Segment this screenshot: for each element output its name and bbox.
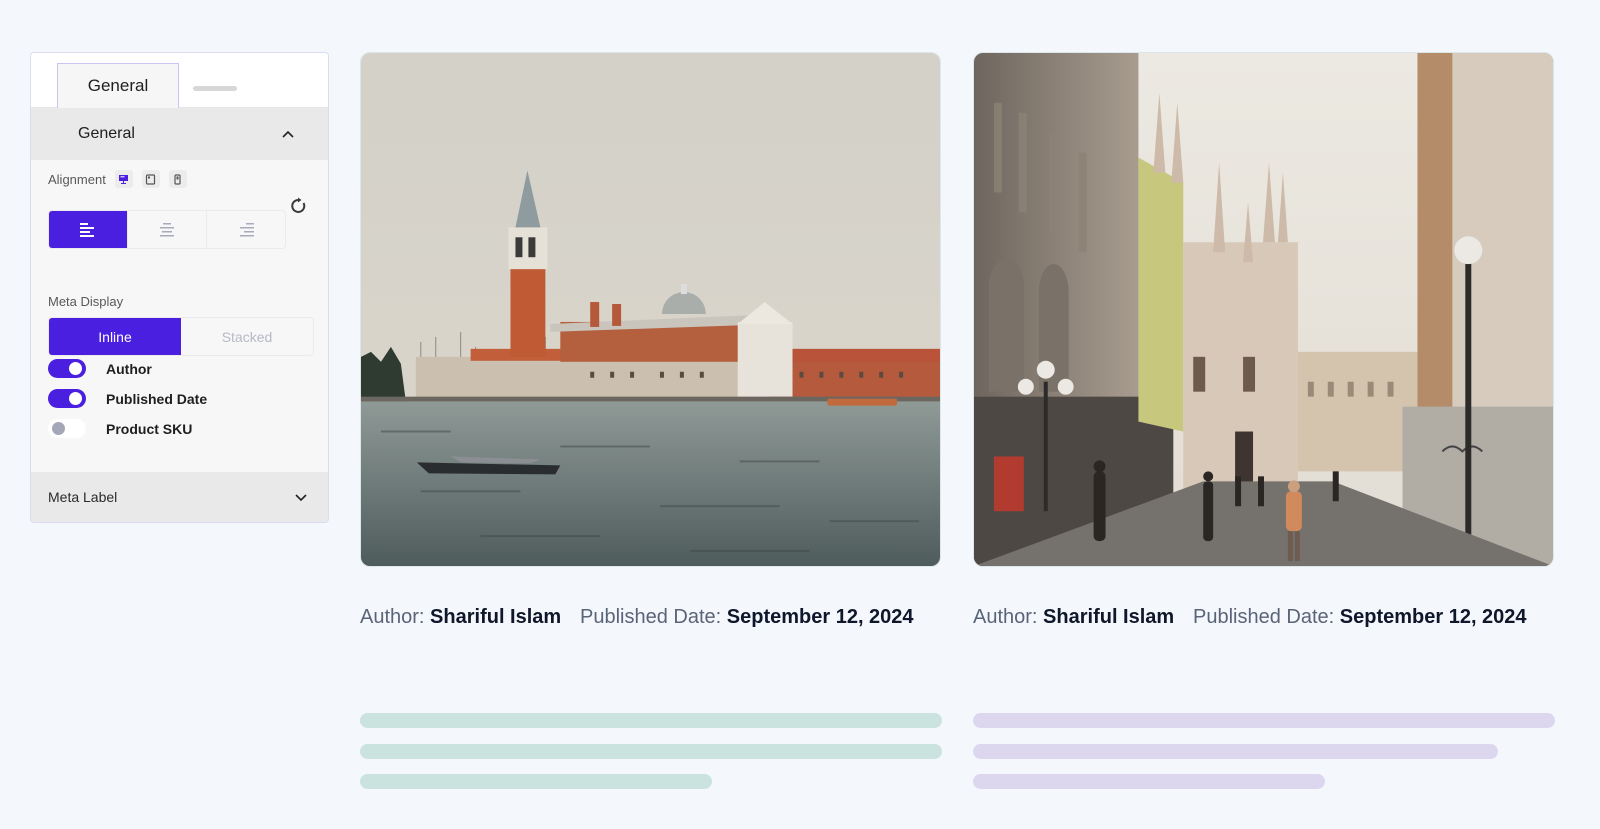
meta-label-section-title: Meta Label [48,489,118,505]
reset-icon[interactable] [290,197,308,215]
text-placeholder-line [973,744,1498,759]
post-image[interactable] [360,52,941,567]
author-value: Shariful Islam [1043,606,1175,628]
post-card: Author: Shariful Islam Published Date: S… [973,52,1555,789]
chevron-down-icon [295,494,307,502]
toggle-row-published-date: Published Date [48,389,207,408]
align-center-icon [160,222,174,236]
mobile-icon [174,173,181,185]
date-value: September 12, 2024 [726,606,914,628]
post-card: Author: Shariful Islam Published Date: S… [360,52,942,789]
device-mobile-button[interactable] [168,170,187,188]
text-placeholder-line [360,774,712,789]
product-sku-toggle-label: Product SKU [106,420,193,437]
tab-general[interactable]: General [57,63,179,108]
panel-tabbar: General [31,53,328,108]
post-date: Published Date: September 12, 2024 [580,597,920,637]
text-placeholder-line [973,774,1325,789]
align-left-icon [80,222,94,237]
desktop-icon [119,174,129,184]
published-date-toggle[interactable] [48,389,86,408]
general-section-header[interactable]: General [31,108,328,160]
toggle-knob [69,392,82,405]
meta-display-stacked-button[interactable]: Stacked [181,318,313,355]
align-right-icon [240,222,254,236]
published-date-toggle-label: Published Date [106,390,208,407]
author-value: Shariful Islam [430,606,562,628]
tab-secondary[interactable] [193,86,237,91]
date-key: Published Date: [1193,606,1335,628]
toggle-row-author: Author [48,359,152,378]
toggle-knob [69,362,82,375]
alignment-label: Alignment [48,171,106,187]
toggle-row-product-sku: Product SKU [48,419,192,438]
post-author: Author: Shariful Islam [360,597,570,637]
alignment-row: Alignment [48,170,187,188]
text-placeholder-line [973,713,1555,728]
toggle-knob [52,422,65,435]
meta-display-inline-button[interactable]: Inline [49,318,181,355]
meta-display-label: Meta Display [48,294,124,309]
venice-photo [361,53,940,566]
post-author: Author: Shariful Islam [973,597,1183,637]
tablet-icon [146,173,156,185]
align-right-button[interactable] [206,211,285,248]
text-placeholder-line [360,744,942,759]
text-placeholder-line [360,713,942,728]
align-left-button[interactable] [49,211,127,248]
date-value: September 12, 2024 [1339,606,1527,628]
author-key: Author: [360,606,425,628]
author-toggle-label: Author [106,360,152,377]
author-key: Author: [973,606,1038,628]
meta-display-segmented-control: Inline Stacked [48,317,314,356]
meta-label-section-header[interactable]: Meta Label [31,472,328,522]
post-date: Published Date: September 12, 2024 [1193,597,1533,637]
post-image[interactable] [973,52,1554,567]
device-desktop-button[interactable] [114,170,133,188]
alignment-segmented-control [48,210,286,249]
align-center-button[interactable] [127,211,206,248]
device-tablet-button[interactable] [141,170,160,188]
product-sku-toggle[interactable] [48,419,86,438]
general-section-title: General [78,125,135,142]
author-toggle[interactable] [48,359,86,378]
milan-photo [974,53,1553,566]
settings-panel: General General Alignment Meta Display I… [30,52,329,523]
chevron-up-icon [282,130,294,138]
date-key: Published Date: [580,606,722,628]
